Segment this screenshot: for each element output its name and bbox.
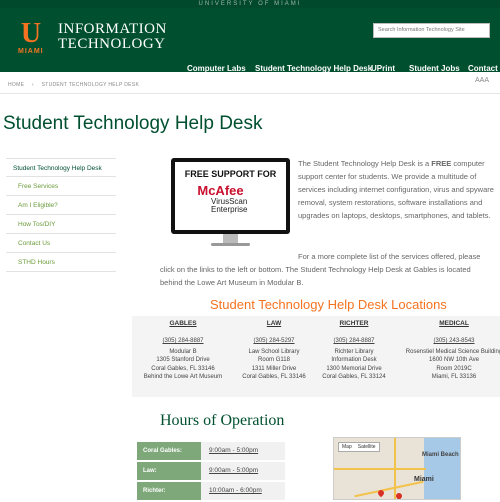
location-line: Modular B	[169, 349, 197, 355]
hours-time[interactable]: 9:00am - 5:00pm	[201, 442, 285, 460]
hours-time[interactable]: 10:00am - 6:00pm	[201, 482, 285, 500]
location-line: Room G118	[258, 357, 290, 364]
location-line: Richter Library	[334, 349, 374, 355]
map-road	[354, 480, 424, 498]
sidenav-item-contact[interactable]: Contact Us	[6, 234, 116, 253]
location-line: Coral Gables, FL 33146	[242, 373, 306, 380]
text-size-control[interactable]: AAA	[475, 77, 489, 84]
location-line: 1600 NW 10th Ave	[429, 357, 479, 364]
main-nav: Computer Labs Student Technology Help De…	[0, 58, 500, 80]
nav-student-jobs[interactable]: Student Jobs	[409, 64, 460, 73]
sidenav-item-free-services[interactable]: Free Services	[6, 177, 116, 196]
map-tab-map[interactable]: Map	[339, 443, 355, 451]
site-title-line2: TECHNOLOGY	[58, 36, 166, 52]
more-line-1: For a more complete list of the services…	[298, 252, 481, 261]
sidenav-item-eligible[interactable]: Am I Eligible?	[6, 196, 116, 215]
map-road	[334, 468, 426, 470]
breadcrumb-separator-icon: ›	[31, 82, 34, 88]
sidenav-item-hours[interactable]: STHD Hours	[6, 253, 116, 272]
sidenav-item-help-desk[interactable]: Student Technology Help Desk	[6, 158, 116, 177]
location-line: Rosenstiel Medical Science Building	[405, 349, 500, 355]
location-phone[interactable]: (305) 243-8543	[400, 338, 500, 349]
side-nav: Student Technology Help Desk Free Servic…	[6, 158, 116, 272]
sidenav-item-how-tos[interactable]: How Tos/DIY	[6, 215, 116, 234]
location-line: Miami, FL 33136	[431, 373, 477, 380]
location-line: 1300 Memorial Drive	[326, 365, 382, 372]
promo-product-2: Enterprise	[211, 205, 248, 214]
intro-paragraph: The Student Technology Help Desk is a FR…	[298, 157, 495, 222]
intro-free-emphasis: FREE	[431, 159, 452, 168]
map-label-city: Miami	[414, 476, 434, 483]
location-line: 1305 Stanford Drive	[156, 357, 210, 364]
hours-place: Richter:	[137, 482, 201, 500]
location-gables: GABLES (305) 284-8887 Modular B 1305 Sta…	[132, 320, 234, 382]
divider	[0, 93, 500, 94]
location-medical: MEDICAL (305) 243-8543 Rosenstiel Medica…	[400, 320, 500, 382]
intro-text-post: computer support center for students. We…	[298, 159, 494, 220]
map-water	[424, 438, 460, 499]
location-line: Behind the Lowe Art Museum	[143, 373, 223, 380]
location-phone[interactable]: (305) 284-8887	[132, 338, 234, 349]
more-info-paragraph: For a more complete list of the services…	[160, 250, 495, 289]
nav-computer-labs[interactable]: Computer Labs	[187, 64, 246, 73]
um-logo[interactable]: U MIAMI	[14, 18, 48, 56]
hours-time[interactable]: 9:00am - 5:00pm	[201, 462, 285, 480]
map-road	[394, 438, 396, 499]
hours-heading: Hours of Operation	[160, 412, 285, 429]
nav-help-desk[interactable]: Student Technology Help Desk	[255, 64, 372, 73]
logo-miami-text: MIAMI	[18, 48, 44, 55]
map-type-toggle[interactable]: Map Satellite	[338, 442, 380, 452]
location-line: Coral Gables, FL 33124	[322, 373, 386, 380]
breadcrumb-home[interactable]: HOME	[8, 82, 24, 88]
location-name: GABLES	[169, 320, 197, 327]
more-line-2: click on the links to the left or bottom…	[160, 265, 471, 274]
location-phone[interactable]: (305) 284-5297	[234, 338, 314, 349]
location-name: LAW	[266, 320, 282, 327]
hours-table: Coral Gables: 9:00am - 5:00pm Law: 9:00a…	[137, 442, 285, 502]
hours-place: Coral Gables:	[137, 442, 201, 460]
map-tab-satellite[interactable]: Satellite	[355, 443, 379, 451]
map-label-beach: Miami Beach	[422, 452, 459, 458]
table-row: Law: 9:00am - 5:00pm	[137, 462, 285, 482]
location-line: Law School Library	[248, 349, 300, 355]
hours-place: Law:	[137, 462, 201, 480]
monitor-screen: FREE SUPPORT FOR McAfee VirusScan Enterp…	[171, 158, 290, 234]
site-title-line1: INFORMATION	[58, 21, 167, 37]
mcafee-promo-image: FREE SUPPORT FOR McAfee VirusScan Enterp…	[171, 158, 290, 248]
location-richter: RICHTER (305) 284-8887 Richter Library I…	[314, 320, 394, 382]
table-row: Richter: 10:00am - 6:00pm	[137, 482, 285, 502]
page-title: Student Technology Help Desk	[3, 113, 263, 134]
breadcrumb-current: STUDENT TECHNOLOGY HELP DESK	[41, 82, 140, 88]
nav-contact[interactable]: Contact U	[468, 64, 500, 73]
table-row: Coral Gables: 9:00am - 5:00pm	[137, 442, 285, 462]
more-line-3: behind the Lowe Art Museum in Modular B.	[160, 278, 304, 287]
location-name: MEDICAL	[439, 320, 469, 327]
logo-u-icon: U	[20, 18, 42, 49]
location-line: Information Desk	[331, 357, 377, 364]
map-pin-icon[interactable]	[394, 491, 404, 499]
monitor-base	[211, 243, 250, 246]
search-input[interactable]: Search Information Technology Site	[373, 23, 490, 38]
location-line: Coral Gables, FL 33146	[151, 365, 215, 372]
location-map[interactable]: Map Satellite Miami Beach Miami	[333, 437, 461, 500]
location-line: 1311 Miller Drive	[251, 365, 297, 372]
location-line: Room 2019C	[436, 365, 472, 372]
site-header: U MIAMI INFORMATION TECHNOLOGY Search In…	[0, 8, 500, 73]
location-phone[interactable]: (305) 284-8887	[314, 338, 394, 349]
location-name: RICHTER	[339, 320, 369, 327]
site-title[interactable]: INFORMATION TECHNOLOGY	[58, 22, 167, 52]
promo-headline: FREE SUPPORT FOR	[184, 169, 277, 179]
mcafee-logo: McAfee	[197, 183, 244, 198]
location-law: LAW (305) 284-5297 Law School Library Ro…	[234, 320, 314, 382]
university-strip: UNIVERSITY OF MIAMI	[0, 0, 500, 8]
breadcrumb: HOME › STUDENT TECHNOLOGY HELP DESK	[8, 82, 139, 88]
intro-text-pre: The Student Technology Help Desk is a	[298, 159, 432, 168]
nav-uprint[interactable]: UPrint	[371, 64, 395, 73]
locations-heading: Student Technology Help Desk Locations	[210, 297, 447, 312]
